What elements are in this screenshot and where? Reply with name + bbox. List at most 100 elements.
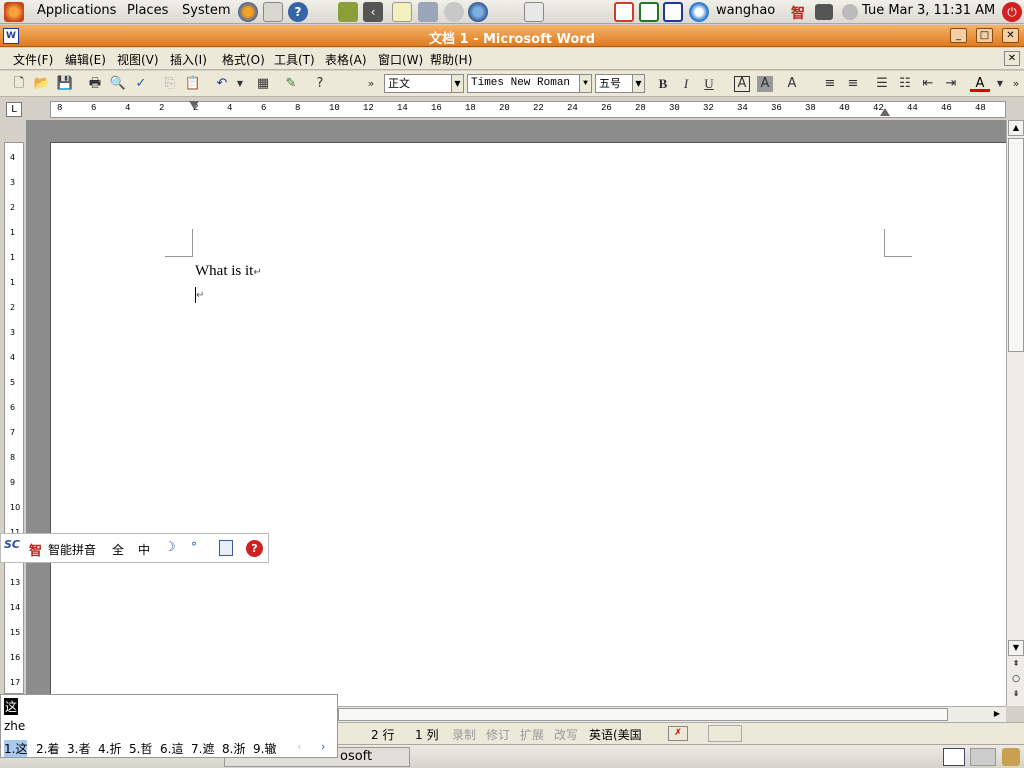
bold-button[interactable]: B — [653, 74, 673, 94]
document-line-1[interactable]: What is it — [195, 263, 253, 279]
menu-table[interactable]: 表格(A) — [325, 51, 367, 68]
menu-help[interactable]: 帮助(H) — [430, 51, 472, 68]
applications-menu[interactable]: Applications — [37, 3, 116, 18]
workspace-switcher[interactable] — [970, 748, 996, 766]
tools-icon[interactable] — [418, 2, 438, 22]
mail-icon[interactable] — [263, 2, 283, 22]
justify-icon[interactable]: ≡ — [820, 74, 840, 94]
volume-icon[interactable] — [842, 4, 858, 20]
chevron-down-icon[interactable]: ▼ — [451, 75, 463, 92]
menu-insert[interactable]: 插入(I) — [170, 51, 207, 68]
paste-icon[interactable]: 📋 — [183, 74, 203, 94]
power-icon[interactable]: ⏻ — [1002, 2, 1022, 22]
spell-status-icon[interactable]: ✗ — [668, 726, 688, 741]
save-icon[interactable]: 💾 — [55, 74, 75, 94]
char-shading-icon[interactable]: A — [757, 76, 773, 92]
menu-format[interactable]: 格式(O) — [222, 51, 265, 68]
network-icon[interactable] — [689, 2, 709, 22]
char-border-icon[interactable]: A — [734, 76, 750, 92]
ime-full-width[interactable]: 全 — [112, 541, 124, 558]
size-combo[interactable]: 五号 ▼ — [595, 74, 645, 93]
hscroll-thumb[interactable] — [338, 708, 948, 721]
ime-help-icon[interactable]: ? — [246, 540, 263, 557]
status-lang[interactable]: 英语(美国 — [589, 726, 642, 743]
document-page[interactable] — [50, 142, 1006, 706]
candidate-9[interactable]: 9.辙 — [253, 740, 276, 757]
table-icon[interactable]: ▦ — [253, 74, 273, 94]
clock[interactable]: Tue Mar 3, 11:31 AM — [862, 3, 995, 18]
menu-window[interactable]: 窗口(W) — [378, 51, 423, 68]
system-menu[interactable]: System — [182, 3, 230, 18]
help-icon[interactable]: ? — [288, 2, 308, 22]
spelling-icon[interactable]: ✓ — [131, 74, 151, 94]
candidate-5[interactable]: 5.哲 — [129, 740, 152, 757]
chevron-down-icon[interactable]: ▼ — [579, 75, 591, 92]
candidate-8[interactable]: 8.浙 — [222, 740, 245, 757]
close-button[interactable]: ✕ — [1002, 28, 1019, 43]
scroll-up-icon[interactable]: ▲ — [1008, 120, 1024, 136]
show-desktop-icon[interactable] — [943, 748, 965, 766]
italic-button[interactable]: I — [676, 74, 696, 94]
candidate-2[interactable]: 2.着 — [36, 740, 59, 757]
copy-icon[interactable]: ⎘ — [160, 74, 180, 94]
undo-icon[interactable]: ↶ — [212, 74, 232, 94]
places-menu[interactable]: Places — [127, 3, 168, 18]
books-icon[interactable] — [338, 2, 358, 22]
candidate-7[interactable]: 7.遮 — [191, 740, 214, 757]
doc-close-icon[interactable]: ✕ — [1004, 51, 1020, 66]
vertical-scrollbar[interactable]: ▲ ▼ ⇞ ○ ⇟ — [1006, 120, 1024, 706]
status-trk[interactable]: 修订 — [486, 726, 510, 743]
word-icon[interactable] — [663, 2, 683, 22]
browse-object-icon[interactable]: ○ — [1008, 673, 1024, 687]
scroll-right-icon[interactable]: ▶ — [990, 708, 1004, 721]
thunderbird-icon[interactable] — [468, 2, 488, 22]
punctuation-icon[interactable]: ° — [191, 540, 197, 554]
menu-file[interactable]: 文件(F) — [13, 51, 53, 68]
scim-logo-icon[interactable]: SC — [4, 538, 20, 551]
print-icon[interactable]: 🖶 — [85, 74, 105, 94]
excel-icon[interactable] — [639, 2, 659, 22]
help-toolbar-icon[interactable]: ? — [310, 74, 330, 94]
tab-stop-selector[interactable]: L — [6, 102, 22, 117]
status-ext[interactable]: 扩展 — [520, 726, 544, 743]
powerpoint-icon[interactable] — [614, 2, 634, 22]
chevron-down-icon[interactable]: ▼ — [632, 75, 644, 92]
next-page-icon[interactable]: ⇟ — [1008, 688, 1024, 702]
ime-status-icon[interactable]: 智 — [791, 3, 805, 23]
candidate-1[interactable]: 1.这 — [4, 740, 28, 757]
font-combo[interactable]: Times New Roman ▼ — [467, 74, 592, 93]
align-center-icon[interactable]: ≡ — [843, 74, 863, 94]
bullets-icon[interactable]: ☷ — [895, 74, 915, 94]
char-scale-icon[interactable]: A — [782, 74, 802, 94]
numbering-icon[interactable]: ☰ — [872, 74, 892, 94]
menu-view[interactable]: 视图(V) — [117, 51, 159, 68]
minimize-button[interactable]: _ — [950, 28, 967, 43]
toolbar-overflow-icon[interactable]: » — [1006, 74, 1024, 94]
setup-icon[interactable] — [219, 540, 233, 556]
maximize-button[interactable]: □ — [976, 28, 993, 43]
notepad-icon[interactable] — [392, 2, 412, 22]
candidate-prev-icon[interactable]: ‹ — [297, 740, 301, 753]
scroll-thumb[interactable] — [1008, 138, 1024, 352]
underline-button[interactable]: U — [699, 74, 719, 94]
document-text[interactable]: What is it↵ ↵ — [195, 263, 262, 303]
trash-icon[interactable] — [1002, 748, 1020, 766]
menu-tools[interactable]: 工具(T) — [274, 51, 315, 68]
candidate-3[interactable]: 3.者 — [67, 740, 90, 757]
candidate-next-icon[interactable]: › — [321, 740, 325, 753]
status-ovr[interactable]: 改写 — [554, 726, 578, 743]
candidate-6[interactable]: 6.這 — [160, 740, 183, 757]
first-line-indent-marker[interactable] — [189, 101, 199, 109]
decrease-indent-icon[interactable]: ⇤ — [918, 74, 938, 94]
prev-page-icon[interactable]: ⇞ — [1008, 658, 1024, 672]
print-preview-icon[interactable]: 🔍 — [108, 74, 128, 94]
undo-dropdown-icon[interactable]: ▼ — [230, 74, 250, 94]
ime-chinese-mode[interactable]: 中 — [138, 541, 150, 558]
status-rec[interactable]: 录制 — [452, 726, 476, 743]
drawing-icon[interactable]: ✎ — [281, 74, 301, 94]
candidate-4[interactable]: 4.折 — [98, 740, 121, 757]
ime-name[interactable]: 智能拼音 — [48, 541, 96, 558]
toolbar-more-icon[interactable]: » — [361, 74, 381, 94]
cd-icon[interactable] — [444, 2, 464, 22]
vertical-ruler[interactable]: 432111234567891011121314151617 — [4, 142, 24, 694]
